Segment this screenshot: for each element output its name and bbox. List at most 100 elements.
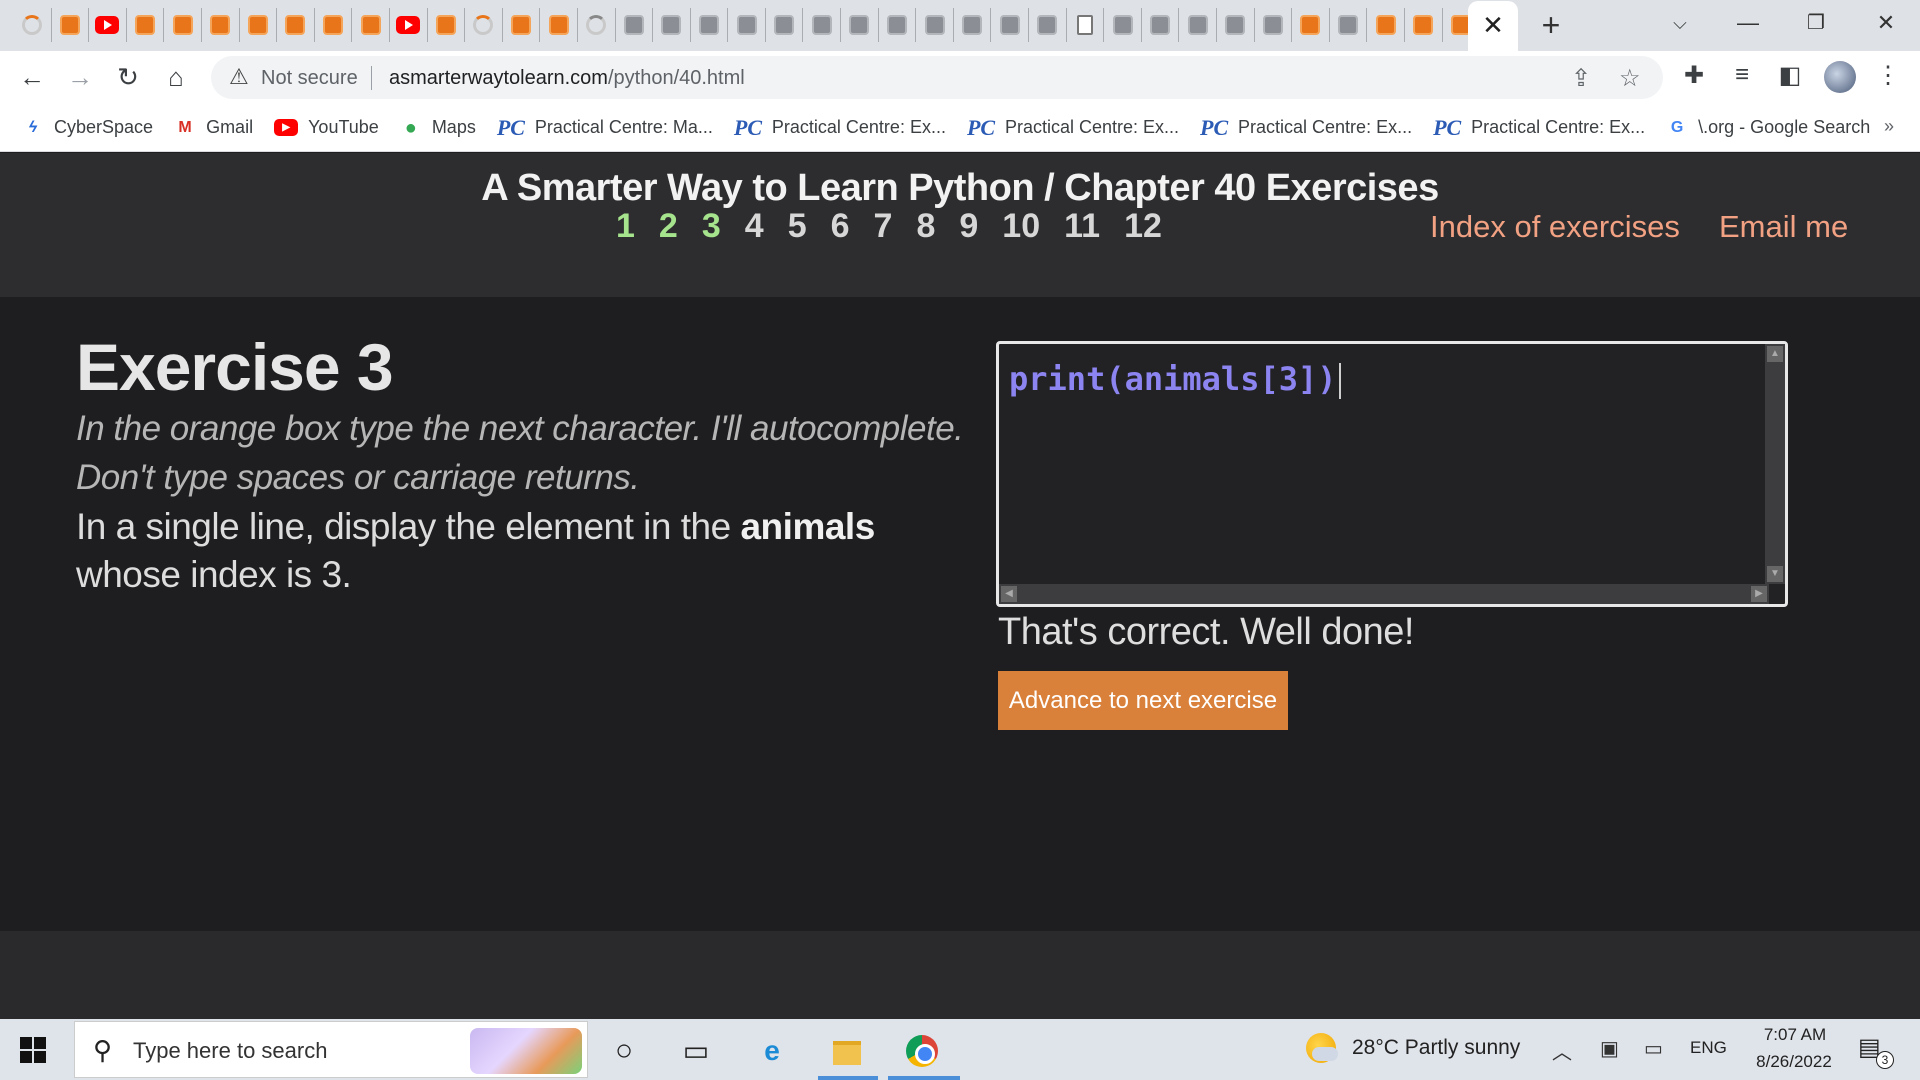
browser-tab[interactable]: [841, 8, 879, 42]
file-explorer-icon[interactable]: [827, 1031, 867, 1071]
bookmark-practical-centre[interactable]: PC Practical Centre: Ma...: [497, 116, 713, 139]
browser-tab[interactable]: [352, 8, 390, 42]
home-icon[interactable]: ⌂: [158, 59, 194, 95]
browser-tab[interactable]: [1029, 8, 1067, 42]
search-highlight-image[interactable]: [470, 1028, 582, 1074]
meet-now-icon[interactable]: ▣: [1600, 1036, 1619, 1061]
share-icon[interactable]: ⇪: [1571, 64, 1591, 93]
side-panel-icon[interactable]: ◧: [1774, 61, 1806, 90]
browser-tab[interactable]: [691, 8, 729, 42]
browser-tab[interactable]: [240, 8, 278, 42]
browser-tab[interactable]: [1255, 8, 1293, 42]
exercise-link-10[interactable]: 10: [1002, 207, 1040, 246]
clock-time[interactable]: 7:07 AM: [1754, 1025, 1836, 1045]
browser-tab[interactable]: [428, 8, 466, 42]
bookmark-google-search[interactable]: G \.org - Google Search: [1666, 117, 1870, 139]
browser-tab[interactable]: [1330, 8, 1368, 42]
extensions-icon[interactable]: ✚: [1678, 61, 1710, 90]
browser-tab[interactable]: [916, 8, 954, 42]
code-editor[interactable]: print(animals[3]) ▲ ▼ ◀ ▶: [996, 341, 1788, 607]
browser-tab[interactable]: [1104, 8, 1142, 42]
exercise-link-6[interactable]: 6: [831, 207, 850, 246]
bookmark-maps[interactable]: ● Maps: [400, 117, 476, 139]
taskbar-search[interactable]: ⚲ Type here to search: [74, 1021, 588, 1078]
warning-icon[interactable]: ⚠: [229, 64, 249, 90]
browser-tab[interactable]: [766, 8, 804, 42]
exercise-link-8[interactable]: 8: [916, 207, 935, 246]
scroll-right-icon[interactable]: ▶: [1751, 586, 1767, 602]
exercise-link-2[interactable]: 2: [659, 207, 678, 246]
bookmark-cyberspace[interactable]: ϟ CyberSpace: [22, 117, 153, 139]
browser-tab[interactable]: [728, 8, 766, 42]
scroll-up-icon[interactable]: ▲: [1767, 346, 1783, 362]
advance-button[interactable]: Advance to next exercise: [998, 671, 1288, 730]
browser-tab[interactable]: [14, 8, 52, 42]
browser-tab[interactable]: [315, 8, 353, 42]
chrome-icon[interactable]: [902, 1031, 942, 1071]
exercise-link-11[interactable]: 11: [1064, 207, 1100, 246]
bookmark-practical-centre[interactable]: PC Practical Centre: Ex...: [1200, 116, 1412, 139]
browser-tab[interactable]: [1405, 8, 1443, 42]
browser-tab[interactable]: [390, 8, 428, 42]
browser-tab[interactable]: [52, 8, 90, 42]
exercise-link-7[interactable]: 7: [874, 207, 893, 246]
browser-tab[interactable]: [1367, 8, 1405, 42]
exercise-link-1[interactable]: 1: [616, 207, 635, 246]
browser-tab[interactable]: [991, 8, 1030, 42]
back-icon[interactable]: ←: [14, 59, 50, 95]
bookmark-practical-centre[interactable]: PC Practical Centre: Ex...: [1433, 116, 1645, 139]
url-text[interactable]: asmarterwaytolearn.com/python/40.html: [389, 67, 745, 90]
language-indicator[interactable]: ENG: [1690, 1038, 1727, 1058]
browser-tab[interactable]: [540, 8, 578, 42]
bookmark-gmail[interactable]: M Gmail: [174, 117, 253, 139]
window-close-icon[interactable]: ✕: [1866, 6, 1906, 40]
browser-tab[interactable]: [1292, 8, 1330, 42]
close-tab-icon[interactable]: ✕: [1480, 10, 1506, 40]
forward-icon[interactable]: →: [62, 59, 98, 95]
browser-tab[interactable]: [164, 8, 202, 42]
weather-text[interactable]: 28°C Partly sunny: [1352, 1036, 1520, 1060]
reload-icon[interactable]: ↻: [110, 59, 146, 95]
browser-tab[interactable]: [202, 8, 240, 42]
browser-tab[interactable]: [616, 8, 654, 42]
bookmark-star-icon[interactable]: ☆: [1619, 64, 1641, 93]
exercise-link-3[interactable]: 3: [702, 207, 721, 246]
security-label[interactable]: Not secure: [261, 67, 358, 90]
weather-icon[interactable]: [1306, 1033, 1338, 1063]
bookmarks-overflow-icon[interactable]: »: [1884, 116, 1894, 137]
battery-icon[interactable]: ▭: [1644, 1036, 1663, 1061]
task-view-icon[interactable]: ▭: [676, 1031, 716, 1071]
bookmark-practical-centre[interactable]: PC Practical Centre: Ex...: [734, 116, 946, 139]
exercise-link-4[interactable]: 4: [745, 207, 764, 246]
minimize-icon[interactable]: —: [1728, 6, 1768, 40]
scroll-down-icon[interactable]: ▼: [1767, 566, 1783, 582]
browser-tab[interactable]: [1142, 8, 1180, 42]
code-input[interactable]: print(animals[3]): [1009, 360, 1341, 399]
browser-tab[interactable]: [503, 8, 541, 42]
address-bar[interactable]: ⚠ Not secure asmarterwaytolearn.com/pyth…: [211, 56, 1663, 99]
browser-tab[interactable]: [879, 8, 917, 42]
windows-start-icon[interactable]: [20, 1037, 46, 1063]
browser-tab[interactable]: [653, 8, 691, 42]
cortana-icon[interactable]: ○: [604, 1031, 644, 1071]
profile-avatar[interactable]: [1824, 61, 1856, 93]
vertical-scrollbar[interactable]: ▲ ▼: [1765, 344, 1785, 584]
exercise-link-5[interactable]: 5: [788, 207, 807, 246]
restore-icon[interactable]: ❐: [1796, 6, 1836, 40]
tab-search-icon[interactable]: ⌵: [1660, 6, 1700, 40]
browser-tab[interactable]: [465, 8, 503, 42]
scroll-left-icon[interactable]: ◀: [1001, 586, 1017, 602]
index-of-exercises-link[interactable]: Index of exercises: [1430, 209, 1680, 245]
bookmark-practical-centre[interactable]: PC Practical Centre: Ex...: [967, 116, 1179, 139]
browser-tab[interactable]: [803, 8, 842, 42]
show-hidden-icons-icon[interactable]: ︿: [1552, 1036, 1572, 1065]
browser-tab[interactable]: [1217, 8, 1255, 42]
media-control-icon[interactable]: ≡: [1726, 61, 1758, 89]
menu-icon[interactable]: ⋮: [1872, 61, 1904, 90]
browser-tab[interactable]: [1067, 8, 1105, 42]
bookmark-youtube[interactable]: ▶ YouTube: [274, 117, 379, 138]
browser-tab[interactable]: [578, 8, 616, 42]
exercise-link-12[interactable]: 12: [1124, 207, 1162, 246]
new-tab-button[interactable]: +: [1536, 8, 1566, 42]
horizontal-scrollbar[interactable]: ◀ ▶: [999, 584, 1769, 604]
